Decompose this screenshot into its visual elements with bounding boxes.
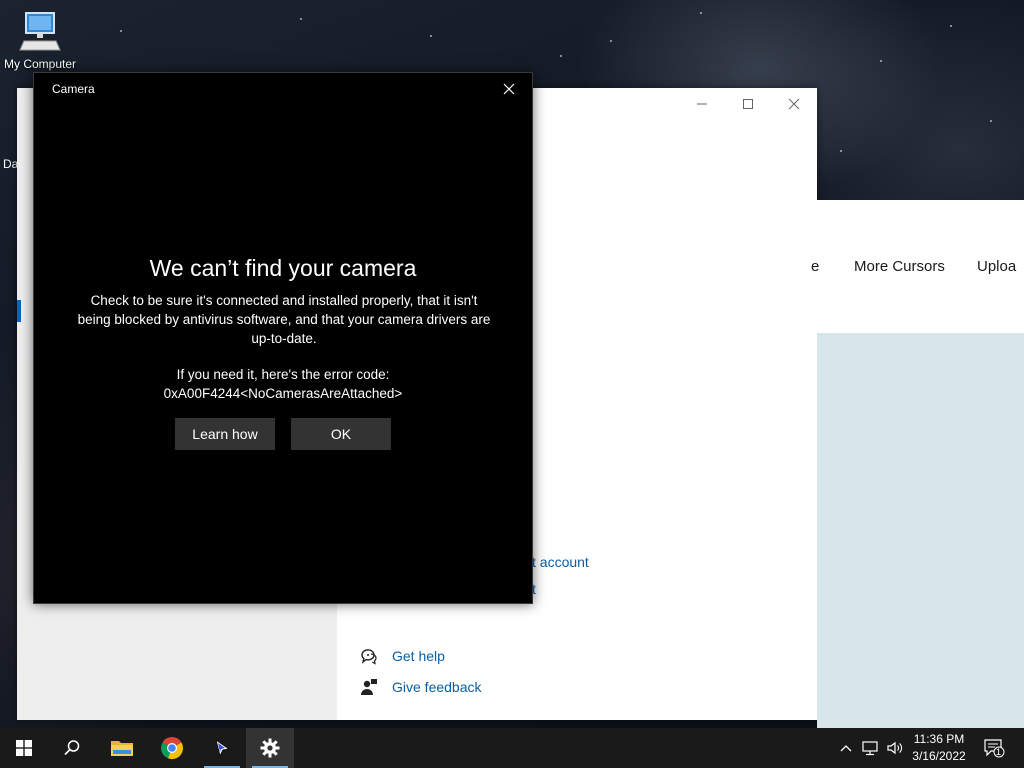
search-button[interactable] xyxy=(48,728,96,768)
camera-error-dialog: Camera We can’t find your camera Check t… xyxy=(33,72,533,604)
close-icon xyxy=(503,83,515,95)
dialog-close-button[interactable] xyxy=(486,73,532,105)
chrome-icon xyxy=(160,737,184,760)
file-explorer-icon xyxy=(111,741,133,756)
give-feedback-row[interactable]: Give feedback xyxy=(360,678,482,696)
ok-button[interactable]: OK xyxy=(291,418,391,450)
cursor-app-icon xyxy=(215,738,231,758)
nav-selection-indicator xyxy=(17,300,21,322)
get-help-icon xyxy=(360,647,378,665)
start-icon xyxy=(16,740,32,756)
nav-item-partial[interactable]: e xyxy=(811,258,819,275)
file-explorer-button[interactable] xyxy=(98,728,146,768)
clock-date: 3/16/2022 xyxy=(912,749,966,763)
maximize-button[interactable] xyxy=(725,88,771,120)
my-computer-desktop-icon[interactable]: My Computer xyxy=(0,8,80,71)
search-icon xyxy=(64,740,80,756)
learn-how-button[interactable]: Learn how xyxy=(175,418,275,450)
minimize-button[interactable] xyxy=(679,88,725,120)
my-computer-label: My Computer xyxy=(3,57,77,71)
chevron-up-icon xyxy=(840,745,852,752)
dialog-title: Camera xyxy=(52,82,95,96)
error-description: Check to be sure it's connected and inst… xyxy=(77,293,491,346)
notification-icon xyxy=(984,739,1005,758)
network-tray-button[interactable] xyxy=(860,728,882,768)
network-icon xyxy=(862,741,878,756)
give-feedback-link[interactable]: Give feedback xyxy=(392,679,482,695)
get-help-row[interactable]: Get help xyxy=(360,647,445,665)
settings-icon xyxy=(260,738,280,758)
clock-time: 11:36 PM xyxy=(913,732,965,746)
chrome-button[interactable] xyxy=(148,728,196,768)
get-help-link[interactable]: Get help xyxy=(392,648,445,664)
settings-window-controls xyxy=(679,88,817,120)
give-feedback-icon xyxy=(360,678,378,696)
nav-item-more-cursors[interactable]: More Cursors xyxy=(854,258,945,275)
maximize-icon xyxy=(743,99,753,109)
close-button[interactable] xyxy=(771,88,817,120)
close-icon xyxy=(788,98,800,110)
show-hidden-icons-button[interactable] xyxy=(836,728,856,768)
web-page-content xyxy=(817,333,1024,728)
taskbar: 11:36 PM 3/16/2022 1 xyxy=(0,728,1024,768)
minimize-icon xyxy=(697,103,707,105)
error-code: 0xA00F4244<NoCamerasAreAttached> xyxy=(163,386,403,401)
notification-center-button[interactable]: 1 xyxy=(980,728,1008,768)
taskbar-clock[interactable]: 11:36 PM 3/16/2022 xyxy=(900,731,978,765)
settings-taskbar-button[interactable] xyxy=(246,728,294,768)
start-button[interactable] xyxy=(0,728,48,768)
account-link[interactable]: t account xyxy=(532,554,589,570)
notification-count-badge: 1 xyxy=(996,747,1002,757)
nav-item-upload[interactable]: Uploa xyxy=(977,258,1016,275)
computer-icon xyxy=(18,10,62,54)
error-code-intro: If you need it, here's the error code: xyxy=(176,367,390,382)
cursor-app-button[interactable] xyxy=(198,728,246,768)
web-page-header: e More Cursors Uploa xyxy=(811,200,1024,333)
error-heading: We can’t find your camera xyxy=(149,255,417,281)
